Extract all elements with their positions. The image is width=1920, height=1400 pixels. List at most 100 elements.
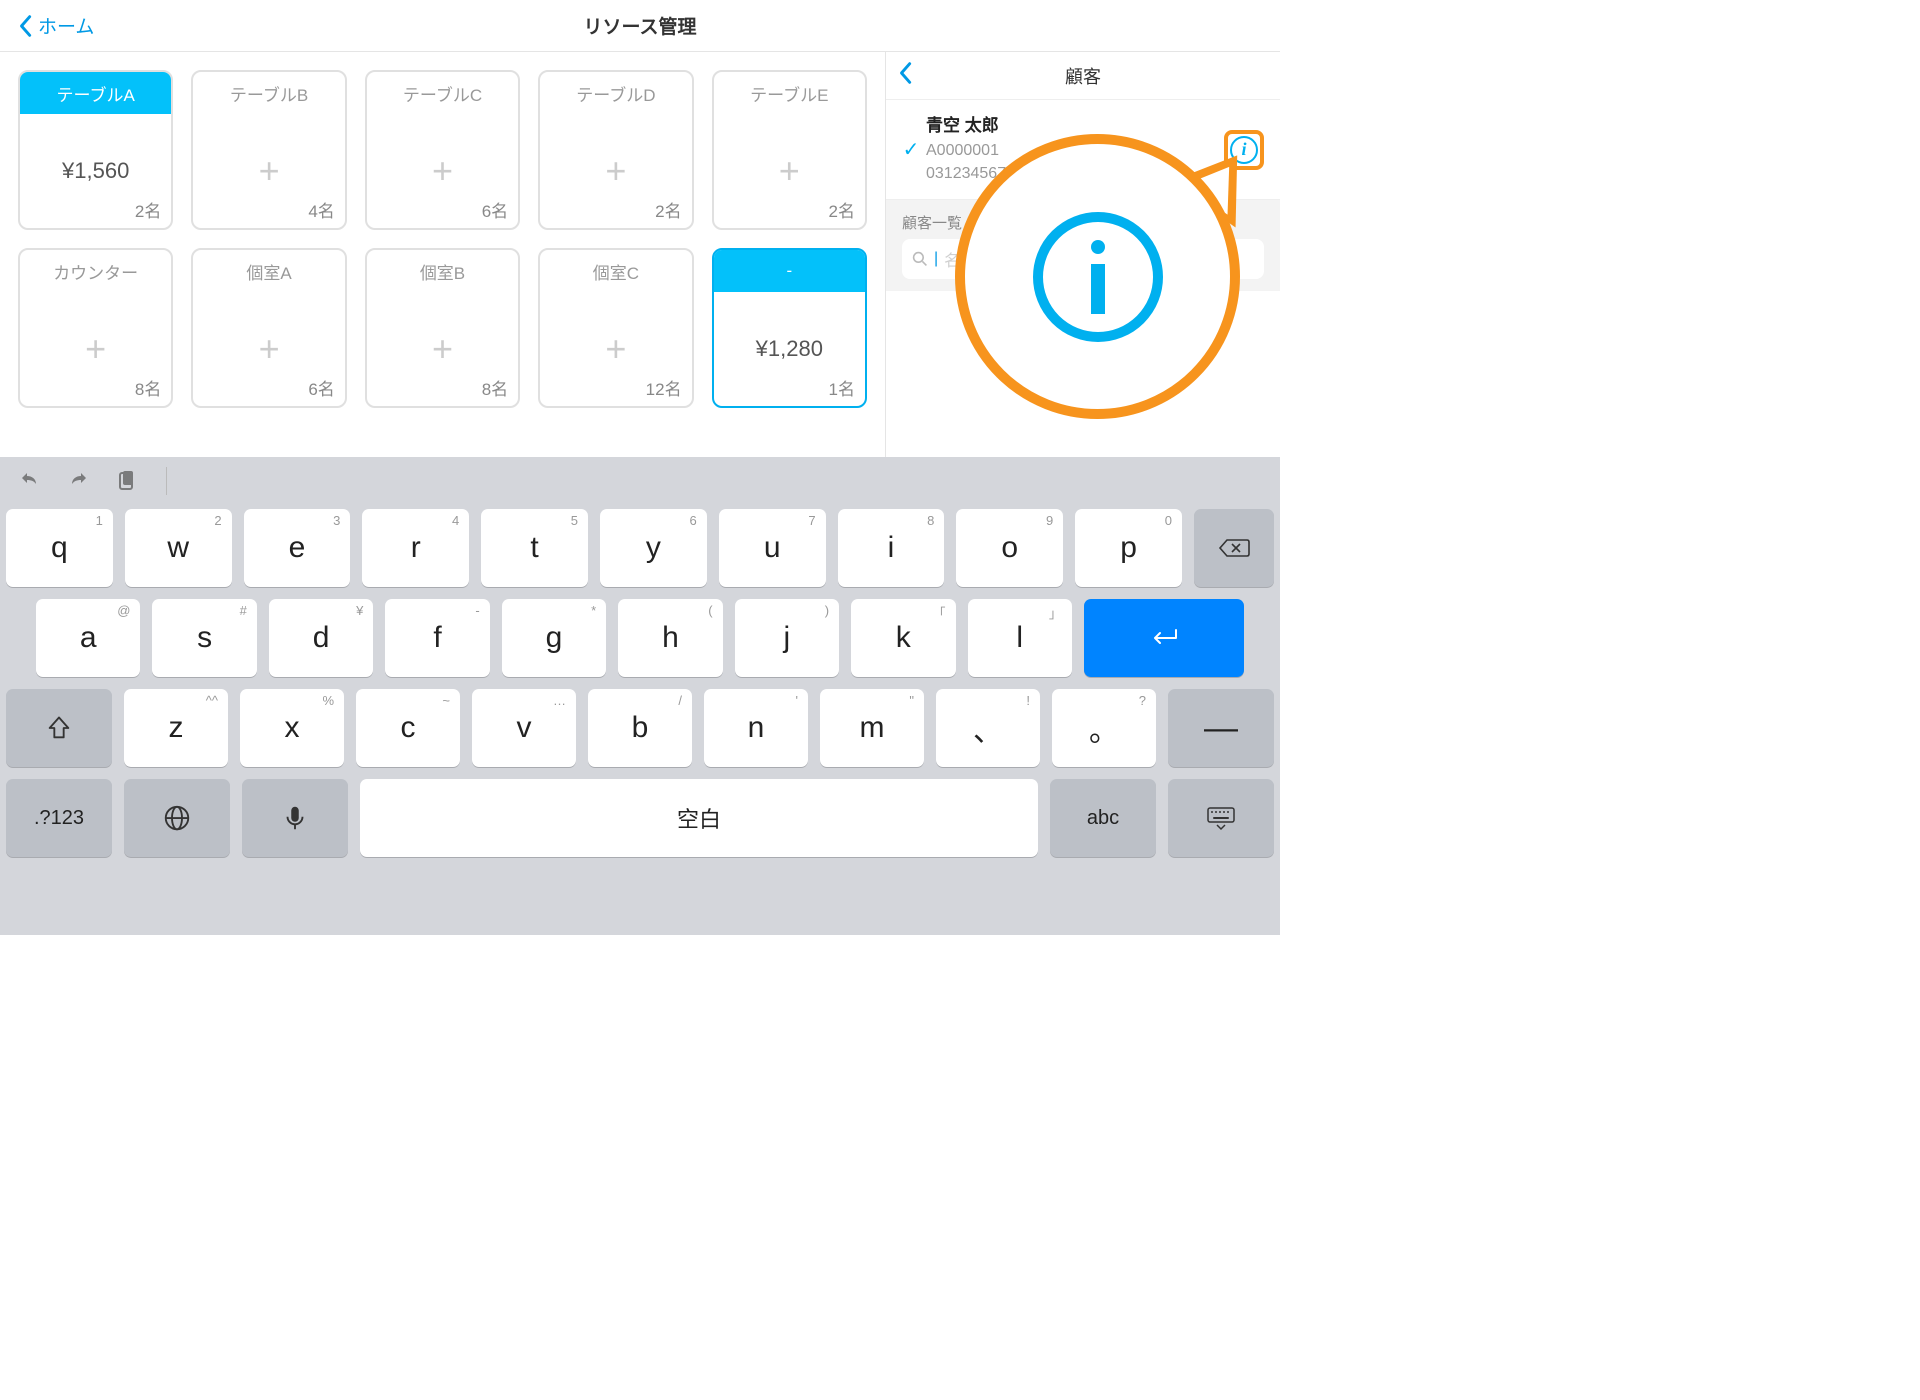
key-hint: … — [553, 693, 566, 708]
key-d[interactable]: ¥d — [269, 599, 373, 677]
plus-icon: + — [779, 150, 800, 192]
key-i[interactable]: 8i — [838, 509, 945, 587]
check-icon: ✓ — [896, 137, 926, 162]
table-card[interactable]: 個室B+8名 — [365, 248, 520, 408]
key-hint: 2 — [214, 513, 221, 528]
key-n[interactable]: 'n — [704, 689, 808, 767]
key-y[interactable]: 6y — [600, 509, 707, 587]
onscreen-keyboard: 1q2w3e4r5t6y7u8i9o0p @a#s¥d-f*g(h)j「k」l … — [0, 457, 1280, 935]
key-globe[interactable] — [124, 779, 230, 857]
toolbar-divider — [166, 467, 167, 495]
key-hint: 7 — [808, 513, 815, 528]
table-card[interactable]: テーブルB+4名 — [191, 70, 346, 230]
key-e[interactable]: 3e — [244, 509, 351, 587]
table-name: 個室C — [540, 250, 691, 292]
plus-icon: + — [85, 328, 106, 370]
text-cursor: | — [934, 250, 938, 268]
table-name: - — [714, 250, 865, 292]
table-body: +2名 — [540, 114, 691, 228]
table-body: +2名 — [714, 114, 865, 228]
key-z[interactable]: ^^z — [124, 689, 228, 767]
key-k[interactable]: 「k — [851, 599, 955, 677]
key-p[interactable]: 0p — [1075, 509, 1182, 587]
table-seats: 1名 — [829, 375, 855, 400]
table-card[interactable]: -¥1,2801名 — [712, 248, 867, 408]
key-o[interactable]: 9o — [956, 509, 1063, 587]
table-body: +6名 — [193, 292, 344, 406]
key-hint: ' — [796, 693, 798, 708]
key-hint: * — [591, 603, 596, 618]
key-abc[interactable]: abc — [1050, 779, 1156, 857]
customer-panel-title: 顧客 — [886, 63, 1280, 89]
key-b[interactable]: /b — [588, 689, 692, 767]
keyboard-hide-icon — [1206, 803, 1236, 833]
table-price: ¥1,560 — [62, 158, 129, 184]
key-space[interactable]: 空白 — [360, 779, 1038, 857]
key-t[interactable]: 5t — [481, 509, 588, 587]
plus-icon: + — [432, 150, 453, 192]
table-card[interactable]: テーブルE+2名 — [712, 70, 867, 230]
table-seats: 2名 — [135, 197, 161, 222]
key-s[interactable]: #s — [152, 599, 256, 677]
key-hint: @ — [117, 603, 130, 618]
key-u[interactable]: 7u — [719, 509, 826, 587]
key-a[interactable]: @a — [36, 599, 140, 677]
key-return[interactable] — [1084, 599, 1244, 677]
key-v[interactable]: …v — [472, 689, 576, 767]
table-body: ¥1,5602名 — [20, 114, 171, 228]
table-card[interactable]: 個室A+6名 — [191, 248, 346, 408]
table-card[interactable]: テーブルD+2名 — [538, 70, 693, 230]
table-name: カウンター — [20, 250, 171, 292]
table-card[interactable]: テーブルC+6名 — [365, 70, 520, 230]
customer-back-button[interactable] — [886, 61, 924, 90]
key-hint: " — [909, 693, 914, 708]
table-name: テーブルB — [193, 72, 344, 114]
key-hint: ^^ — [206, 693, 218, 708]
back-button[interactable]: ホーム — [0, 12, 104, 39]
table-body: +6名 — [367, 114, 518, 228]
info-icon-large — [1033, 212, 1163, 342]
clipboard-icon[interactable] — [114, 469, 138, 493]
plus-icon: + — [605, 150, 626, 192]
key-。[interactable]: ?。 — [1052, 689, 1156, 767]
key-l[interactable]: 」l — [968, 599, 1072, 677]
key-g[interactable]: *g — [502, 599, 606, 677]
key-mode-switch[interactable]: .?123 — [6, 779, 112, 857]
key-x[interactable]: %x — [240, 689, 344, 767]
key-h[interactable]: (h — [618, 599, 722, 677]
info-icon-callout — [955, 134, 1240, 419]
redo-icon[interactable] — [66, 469, 90, 493]
table-card[interactable]: カウンター+8名 — [18, 248, 173, 408]
table-body: +8名 — [367, 292, 518, 406]
key-、[interactable]: !、 — [936, 689, 1040, 767]
key-hint: 5 — [571, 513, 578, 528]
key-m[interactable]: "m — [820, 689, 924, 767]
table-seats: 12名 — [646, 375, 682, 400]
table-card[interactable]: テーブルA¥1,5602名 — [18, 70, 173, 230]
key-q[interactable]: 1q — [6, 509, 113, 587]
top-nav: ホーム リソース管理 — [0, 0, 1280, 52]
key-c[interactable]: ~c — [356, 689, 460, 767]
key-hint: ~ — [442, 693, 450, 708]
key-dash[interactable]: — — [1168, 689, 1274, 767]
key-hint: ! — [1026, 693, 1030, 708]
key-backspace[interactable] — [1194, 509, 1274, 587]
page-title: リソース管理 — [0, 12, 1280, 39]
key-dictation[interactable] — [242, 779, 348, 857]
undo-icon[interactable] — [18, 469, 42, 493]
key-shift[interactable] — [6, 689, 112, 767]
key-hint: ) — [825, 603, 829, 618]
globe-icon — [162, 803, 192, 833]
key-hint: 8 — [927, 513, 934, 528]
plus-icon: + — [432, 328, 453, 370]
key-r[interactable]: 4r — [362, 509, 469, 587]
table-card[interactable]: 個室C+12名 — [538, 248, 693, 408]
key-hint: 6 — [690, 513, 697, 528]
table-seats: 2名 — [655, 197, 681, 222]
key-hide-keyboard[interactable] — [1168, 779, 1274, 857]
key-w[interactable]: 2w — [125, 509, 232, 587]
table-seats: 2名 — [829, 197, 855, 222]
key-j[interactable]: )j — [735, 599, 839, 677]
key-f[interactable]: -f — [385, 599, 489, 677]
chevron-left-icon — [18, 14, 32, 38]
